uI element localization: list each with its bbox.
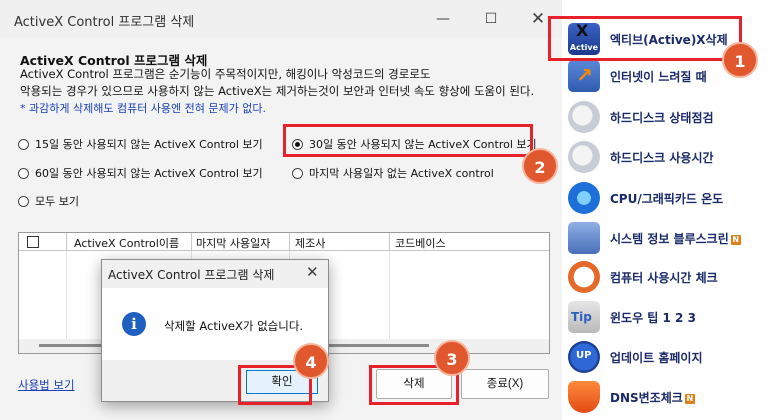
menu-item-hdd-status[interactable]: 하드디스크 상태점검 <box>562 98 768 136</box>
menu-item-update-homepage[interactable]: 업데이트 홈페이지 <box>562 338 768 376</box>
highlight-box-30-days-option <box>283 124 533 157</box>
column-header-manufacturer[interactable]: 제조사 <box>295 235 325 251</box>
radio-dot <box>18 138 29 150</box>
menu-item-label: 하드디스크 상태점검 <box>610 111 714 125</box>
step-badge-1: 1 <box>722 42 758 78</box>
menu-item-label: 컴퓨터 사용시간 체크 <box>610 271 718 285</box>
column-header-last-used[interactable]: 마지막 사용일자 <box>196 235 270 251</box>
step-badge-2: 2 <box>522 148 558 184</box>
window-title: ActiveX Control 프로그램 삭제 <box>14 15 195 30</box>
menu-item-text: 시스템 정보 블루스크린 <box>610 232 729 246</box>
internet-speed-icon <box>568 60 600 92</box>
radio-label: 모두 보기 <box>35 195 79 208</box>
radio-dot <box>292 167 303 179</box>
menu-item-hdd-time[interactable]: 하드디스크 사용시간 <box>562 138 768 176</box>
highlight-box-activex-menu <box>548 16 742 61</box>
menu-item-text: DNS변조체크 <box>610 391 683 405</box>
menu-item-label: 시스템 정보 블루스크린 N <box>610 230 741 247</box>
table-header: ActiveX Control이름 마지막 사용일자 제조사 코드베이스 <box>19 233 549 251</box>
radio-label: 마지막 사용일자 없는 ActiveX control <box>309 167 494 180</box>
note-text: * 과감하게 삭제해도 컴퓨터 사용엔 전혀 문제가 없다. <box>20 102 266 115</box>
radio-no-last-used[interactable]: 마지막 사용일자 없는 ActiveX control <box>292 165 494 181</box>
column-divider <box>66 233 67 251</box>
radio-label: 60일 동안 사용되지 않는 ActiveX Control 보기 <box>35 167 263 180</box>
column-header-name[interactable]: ActiveX Control이름 <box>74 235 179 251</box>
dialog-message: 삭제할 ActiveX가 없습니다. <box>164 319 304 333</box>
menu-item-label: 업데이트 홈페이지 <box>610 351 703 365</box>
grid-line <box>66 251 67 351</box>
grid-line <box>389 251 390 351</box>
help-link[interactable]: 사용법 보기 <box>18 377 75 393</box>
hdd-status-icon <box>568 101 600 133</box>
dialog-close-button[interactable]: ✕ <box>306 263 319 281</box>
menu-item-label: 인터넷이 느려질 때 <box>610 70 707 84</box>
radio-60-days[interactable]: 60일 동안 사용되지 않는 ActiveX Control 보기 <box>18 165 263 181</box>
clock-icon <box>568 261 600 293</box>
new-badge: N <box>730 234 741 245</box>
column-divider <box>289 233 290 251</box>
info-icon: i <box>122 312 146 336</box>
hdd-time-icon <box>568 141 600 173</box>
menu-item-usage-time[interactable]: 컴퓨터 사용시간 체크 <box>562 258 768 296</box>
dialog-title: ActiveX Control 프로그램 삭제 <box>108 268 275 282</box>
column-divider <box>191 233 192 251</box>
cpu-temp-icon <box>568 182 600 214</box>
maximize-button[interactable]: ☐ <box>468 4 514 34</box>
column-header-codebase[interactable]: 코드베이스 <box>395 235 446 251</box>
column-divider <box>389 233 390 251</box>
menu-item-label: 하드디스크 사용시간 <box>610 151 714 165</box>
menu-item-label: DNS변조체크 N <box>610 389 695 406</box>
title-bar: ActiveX Control 프로그램 삭제 — ☐ ✕ <box>0 0 562 38</box>
minimize-button[interactable]: — <box>420 4 466 34</box>
menu-item-cpu-temp[interactable]: CPU/그래픽카드 온도 <box>562 179 768 217</box>
radio-label: 15일 동안 사용되지 않는 ActiveX Control 보기 <box>35 138 263 151</box>
radio-15-days[interactable]: 15일 동안 사용되지 않는 ActiveX Control 보기 <box>18 136 263 152</box>
update-icon <box>568 341 600 373</box>
dialog-body: i 삭제할 ActiveX가 없습니다. <box>102 288 328 360</box>
menu-item-dns-check[interactable]: DNS변조체크 N <box>562 378 768 416</box>
system-info-icon <box>568 222 600 254</box>
step-badge-3: 3 <box>434 340 470 376</box>
dns-shield-icon <box>568 381 600 413</box>
step-badge-4: 4 <box>293 343 329 379</box>
menu-item-label: 윈도우 팁 1 2 3 <box>610 311 696 325</box>
menu-item-label: CPU/그래픽카드 온도 <box>610 192 724 206</box>
select-all-checkbox[interactable] <box>27 236 39 248</box>
description-line-1: ActiveX Control 프로그램은 순기능이 주목적이지만, 해킹이나 … <box>20 67 431 81</box>
exit-button[interactable]: 종료(X) <box>461 369 549 399</box>
windows-tip-icon <box>568 301 600 333</box>
menu-item-system-info[interactable]: 시스템 정보 블루스크린 N <box>562 219 768 257</box>
description-line-2: 악용되는 경우가 있으므로 사용하지 않는 ActiveX는 제거하는것이 보안… <box>20 84 535 98</box>
menu-item-windows-tip[interactable]: 윈도우 팁 1 2 3 <box>562 298 768 336</box>
radio-show-all[interactable]: 모두 보기 <box>18 193 79 209</box>
radio-dot <box>18 195 29 207</box>
radio-dot <box>18 167 29 179</box>
new-badge: N <box>684 393 695 404</box>
